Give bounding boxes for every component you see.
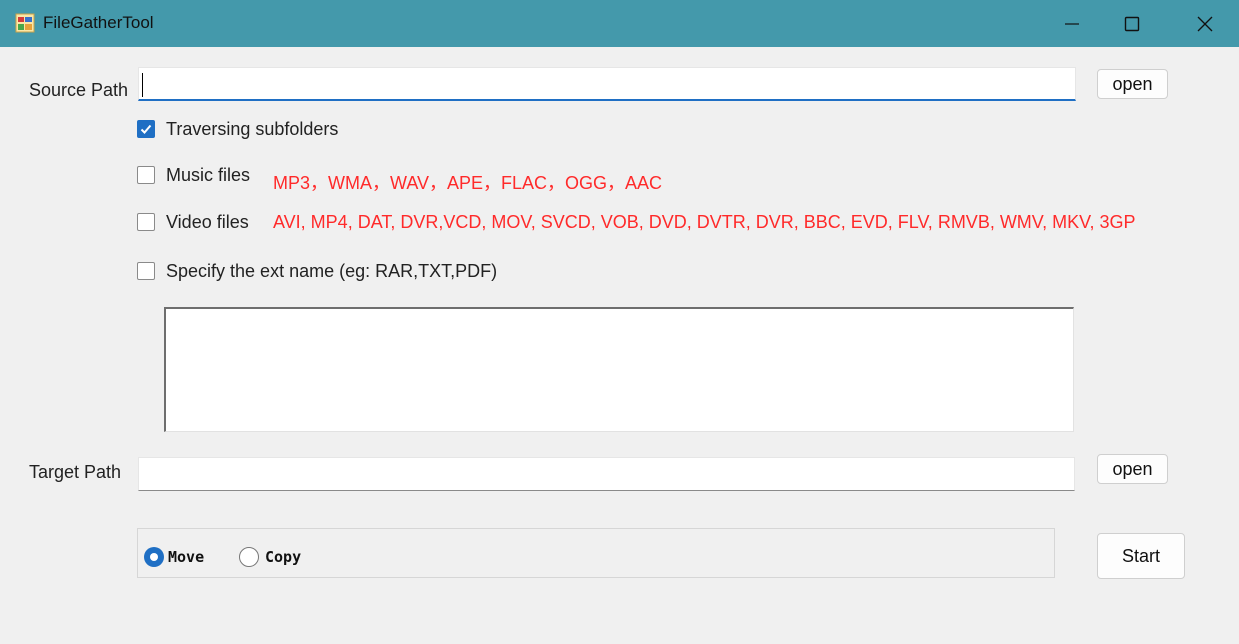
- copy-radio[interactable]: [239, 547, 259, 567]
- text-caret: [142, 73, 143, 97]
- music-files-label: Music files: [166, 165, 251, 185]
- source-open-button[interactable]: open: [1097, 69, 1168, 99]
- window-title: FileGatherTool: [43, 13, 154, 32]
- music-files-checkbox[interactable]: [137, 166, 155, 184]
- minimize-icon: [1065, 22, 1079, 25]
- target-path-label: Target Path: [29, 462, 122, 482]
- minimize-button[interactable]: [1042, 0, 1102, 47]
- custom-ext-label: Specify the ext name (eg: RAR,TXT,PDF): [166, 261, 498, 281]
- app-icon: [15, 13, 35, 33]
- close-icon: [1197, 16, 1213, 31]
- move-radio[interactable]: [144, 547, 164, 567]
- video-files-checkbox[interactable]: [137, 213, 155, 231]
- main-window: FileGatherTool Source Path open Traversi…: [0, 0, 1239, 644]
- video-extensions-text: AVI, MP4, DAT, DVR,VCD, MOV, SVCD, VOB, …: [273, 212, 1136, 232]
- traverse-subfolders-label: Traversing subfolders: [166, 119, 339, 139]
- title-bar[interactable]: FileGatherTool: [0, 0, 1239, 47]
- source-path-input[interactable]: [138, 67, 1076, 101]
- checkmark-icon: [140, 124, 152, 134]
- target-path-input[interactable]: [138, 457, 1075, 491]
- traverse-subfolders-checkbox[interactable]: [137, 120, 155, 138]
- copy-radio-label[interactable]: Copy: [265, 548, 301, 566]
- music-extensions-text: MP3，WMA，WAV，APE，FLAC，OGG，AAC: [273, 173, 663, 193]
- start-button[interactable]: Start: [1097, 533, 1185, 579]
- mode-groupbox: Move Copy: [137, 528, 1055, 578]
- custom-ext-textarea[interactable]: [164, 307, 1074, 432]
- video-files-label: Video files: [166, 212, 249, 232]
- source-path-label: Source Path: [29, 80, 129, 100]
- close-button[interactable]: [1175, 0, 1235, 47]
- move-radio-label[interactable]: Move: [168, 548, 204, 566]
- custom-ext-checkbox[interactable]: [137, 262, 155, 280]
- maximize-button[interactable]: [1102, 0, 1162, 47]
- target-open-button[interactable]: open: [1097, 454, 1168, 484]
- maximize-icon: [1124, 16, 1140, 31]
